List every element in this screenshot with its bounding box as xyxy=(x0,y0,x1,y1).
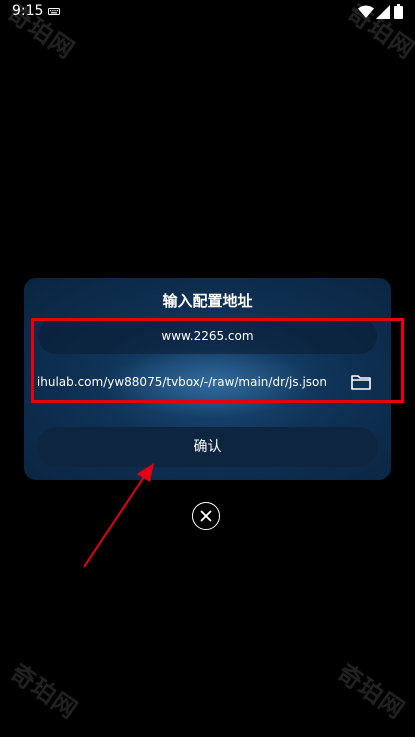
watermark: 奇珀网 xyxy=(332,658,410,725)
close-icon xyxy=(200,510,212,522)
confirm-button[interactable]: 确认 xyxy=(37,427,378,467)
dialog-title: 输入配置地址 xyxy=(162,292,253,310)
watermark: 奇珀网 xyxy=(5,658,83,725)
close-button[interactable] xyxy=(192,502,220,530)
screen: 9:15 奇珀网 奇珀网 奇珀网 奇珀网 奇珀网 输入配置地址 www.2265… xyxy=(0,0,415,737)
annotation-highlight-box xyxy=(31,318,404,403)
